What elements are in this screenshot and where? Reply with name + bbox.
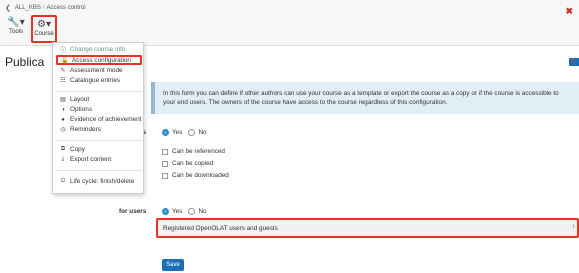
menu-item-reminders[interactable]: ◷ Reminders: [59, 126, 101, 133]
for-users-label: for users: [119, 208, 147, 215]
menu-item-label: Export content: [70, 156, 112, 163]
breadcrumb: ❮ ALL_KBS / Access control: [5, 4, 86, 12]
menu-item-change-course-info[interactable]: ⓘ Change course info: [59, 45, 125, 54]
menu-item-label: Options: [70, 106, 93, 113]
top-toolbar: ❮ ALL_KBS / Access control ✖ 🔧▾ Tools ⚙▾…: [0, 0, 579, 46]
layout-icon: ▤: [60, 97, 66, 103]
info-icon: ⓘ: [59, 48, 66, 54]
sitemap-icon: ☷: [60, 78, 66, 84]
users-yes-radio[interactable]: [162, 208, 169, 215]
breadcrumb-separator: /: [42, 5, 45, 11]
menu-item-label: Reminders: [70, 126, 101, 133]
menu-item-label: Catalogue entries: [70, 77, 121, 84]
breadcrumb-course[interactable]: ALL_KBS: [15, 5, 41, 11]
can-be-downloaded-checkbox[interactable]: [162, 172, 168, 179]
power-icon: ⏻: [60, 178, 66, 184]
users-yes-label: Yes: [172, 208, 183, 215]
save-button[interactable]: Save: [162, 259, 184, 271]
user-access-select[interactable]: Registered OpenOLAT users and guests ↕: [156, 218, 579, 238]
close-icon[interactable]: ✖: [565, 6, 573, 17]
can-be-referenced-checkbox[interactable]: [162, 148, 168, 155]
tools-button[interactable]: 🔧▾ Tools: [3, 17, 29, 35]
course-menu-button[interactable]: ⚙▾ Course: [31, 15, 57, 43]
users-no-label: No: [198, 208, 207, 215]
course-dropdown-menu: ⓘ Change course info 🔒 Access configurat…: [52, 42, 144, 194]
users-no-radio[interactable]: [188, 208, 196, 215]
bell-icon: ◷: [60, 127, 66, 133]
users-radio-group: Yes No: [162, 208, 207, 215]
authors-yes-label: Yes: [172, 129, 183, 136]
menu-item-label: Layout: [70, 96, 90, 103]
menu-item-label: Change course info: [70, 46, 126, 53]
breadcrumb-page: Access control: [46, 5, 86, 11]
can-be-downloaded-row: Can be downloaded: [162, 172, 229, 179]
menu-item-label: Access configuration: [72, 56, 131, 64]
info-box: In this form you can define if other aut…: [151, 82, 579, 114]
course-label: Course: [34, 31, 54, 37]
authors-radio-group: Yes No: [162, 129, 207, 136]
menu-item-access-configuration[interactable]: 🔒 Access configuration: [56, 55, 142, 65]
can-be-referenced-label: Can be referenced: [172, 148, 225, 155]
help-button[interactable]: ❓: [569, 58, 579, 66]
menu-divider: [56, 91, 142, 92]
copy-icon: ⧉: [60, 146, 66, 152]
can-be-copied-checkbox[interactable]: [162, 160, 168, 167]
back-chevron-icon[interactable]: ❮: [5, 4, 11, 12]
select-arrows-icon: ↕: [572, 224, 575, 230]
tools-label: Tools: [8, 29, 23, 35]
lock-icon: 🔒: [61, 57, 69, 64]
can-be-copied-row: Can be copied: [162, 160, 213, 167]
menu-item-label: Life cycle: finish/delete: [70, 178, 135, 185]
menu-item-assessment-mode[interactable]: ✎ Assessment mode: [59, 67, 123, 74]
menu-item-copy[interactable]: ⧉ Copy: [59, 146, 85, 153]
menu-item-label: Copy: [70, 146, 85, 153]
authors-no-label: No: [198, 129, 207, 136]
page-title: Publica: [5, 55, 45, 69]
can-be-downloaded-label: Can be downloaded: [172, 172, 229, 179]
menu-item-label: Assessment mode: [70, 67, 123, 74]
menu-divider: [56, 170, 142, 171]
can-be-referenced-row: Can be referenced: [162, 148, 225, 155]
menu-item-label: Evidence of achievement: [70, 116, 142, 123]
user-access-select-value: Registered OpenOLAT users and guests: [163, 225, 278, 232]
download-icon: ⤓: [61, 156, 65, 162]
can-be-copied-label: Can be copied: [172, 160, 214, 167]
menu-divider: [56, 140, 142, 141]
circle-icon: ●: [61, 116, 65, 123]
menu-item-catalogue-entries[interactable]: ☷ Catalogue entries: [59, 77, 120, 84]
pencil-icon: ✎: [60, 68, 66, 74]
menu-item-export-content[interactable]: ⤓ Export content: [59, 156, 112, 163]
toggle-icon: ◑: [61, 106, 65, 113]
wrench-icon: 🔧▾: [7, 17, 25, 28]
menu-item-options[interactable]: ◑ Options: [59, 106, 92, 113]
authors-yes-radio[interactable]: [162, 129, 169, 136]
menu-item-life-cycle[interactable]: ⏻ Life cycle: finish/delete: [59, 178, 135, 185]
gears-icon: ⚙▾: [37, 19, 51, 30]
menu-item-layout[interactable]: ▤ Layout: [59, 96, 89, 103]
authors-no-radio[interactable]: [188, 129, 196, 136]
menu-item-evidence-of-achievement[interactable]: ● Evidence of achievement: [59, 116, 141, 123]
